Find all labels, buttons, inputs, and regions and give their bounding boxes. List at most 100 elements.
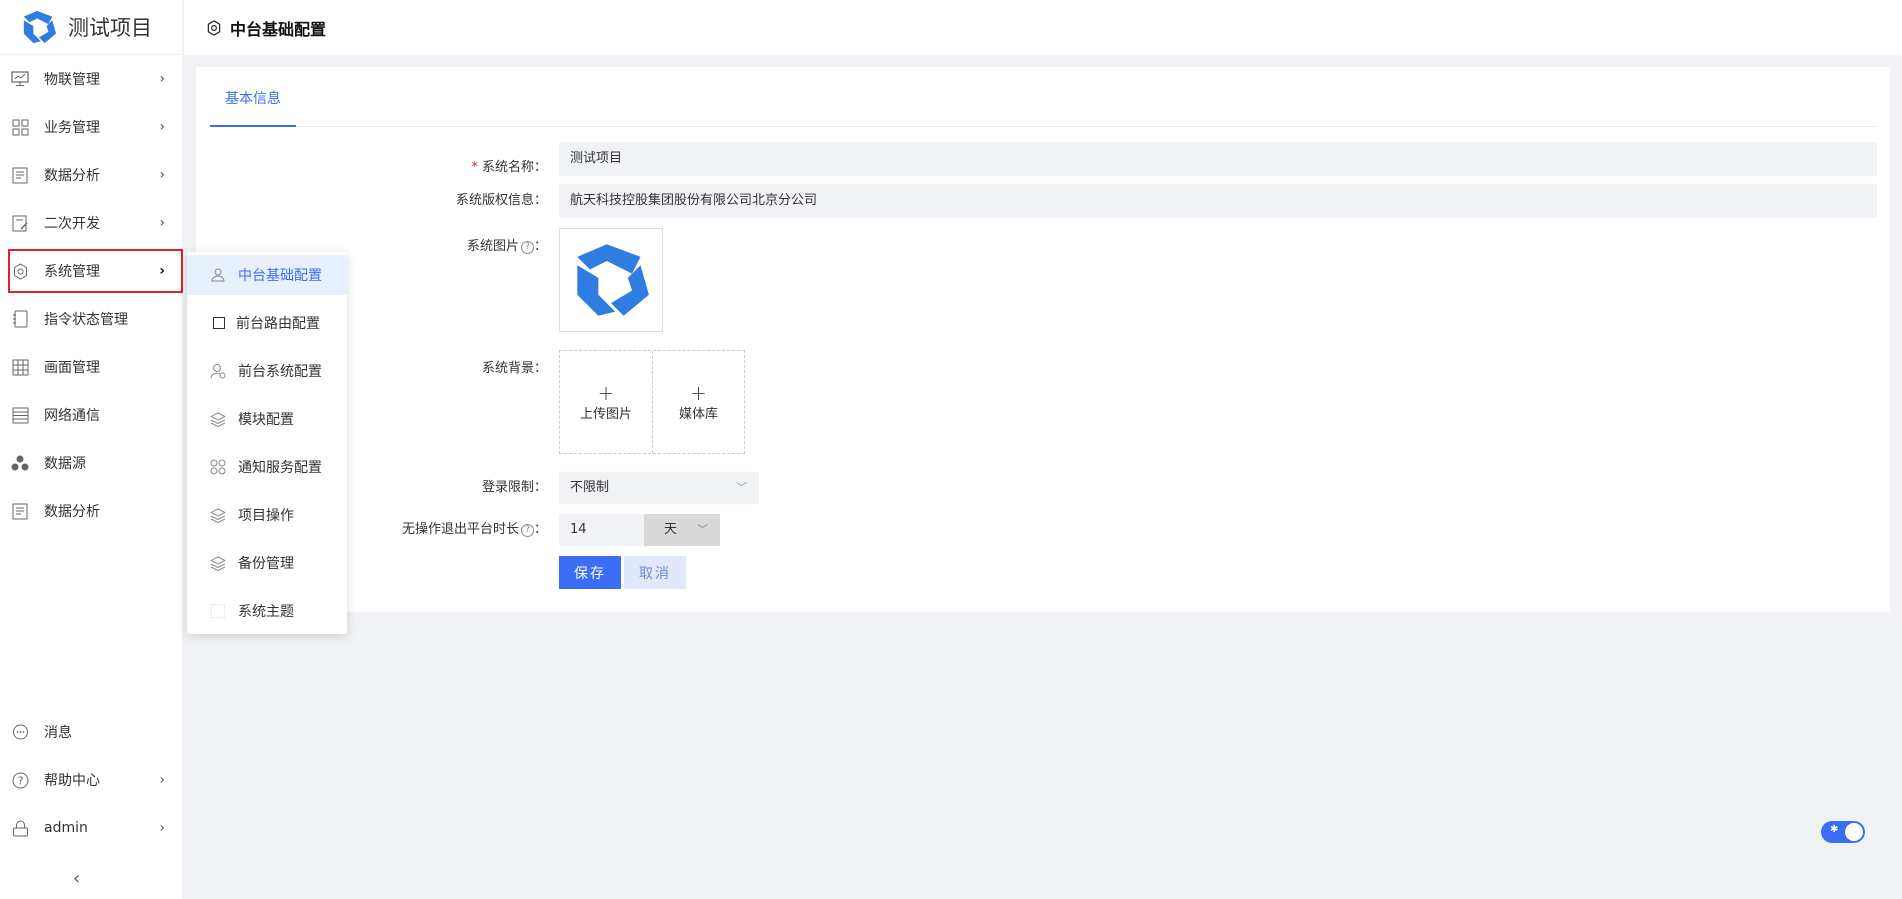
chevron-right-icon: › <box>159 215 165 231</box>
monitor-icon <box>10 69 30 89</box>
tab-basic-info[interactable]: 基本信息 <box>210 87 296 127</box>
collapse-sidebar-button[interactable]: ‹ <box>73 868 80 889</box>
submenu-item-frontend-config[interactable]: 前台系统配置 <box>187 351 347 391</box>
edit-doc-icon <box>10 213 30 233</box>
submenu-item-label: 通知服务配置 <box>238 460 322 476</box>
theme-toggle[interactable]: ✱ <box>1821 821 1865 843</box>
sidebar-item-label: 画面管理 <box>44 360 100 376</box>
system-name-label: * 系统名称： <box>471 151 547 185</box>
sidebar-item-label: 二次开发 <box>44 216 100 232</box>
submenu-item-project-ops[interactable]: 项目操作 <box>187 495 347 535</box>
sidebar-item-command-status[interactable]: 指令状态管理 <box>0 297 183 341</box>
sidebar-item-label: 数据分析 <box>44 504 100 520</box>
login-limit-label: 登录限制： <box>481 480 547 495</box>
sidebar-item-network[interactable]: 网络通信 <box>0 393 183 437</box>
timeout-input[interactable]: 14 <box>559 514 644 546</box>
chevron-right-icon: › <box>159 263 165 279</box>
chevron-right-icon: › <box>159 820 165 836</box>
sidebar-item-label: 业务管理 <box>44 120 100 136</box>
upload-image-label: 上传图片 <box>579 406 632 422</box>
label-colon: ： <box>533 239 547 254</box>
sidebar-item-messages[interactable]: 消息 <box>0 710 183 754</box>
square-icon <box>211 315 227 331</box>
sidebar-item-label: 系统管理 <box>44 264 100 280</box>
system-name-input[interactable]: 测试项目 <box>559 142 1877 176</box>
submenu-item-backup[interactable]: 备份管理 <box>187 543 347 583</box>
sidebar-item-data-analysis[interactable]: 数据分析 › <box>0 153 183 197</box>
config-card: 基本信息 * 系统名称： 测试项目 系统版权信息： 航天科技控股集团股份有限公司北… <box>196 67 1890 612</box>
chevron-right-icon: › <box>159 167 165 183</box>
media-library-label: 媒体库 <box>678 406 718 422</box>
user-settings-icon <box>210 363 226 379</box>
sidebar-item-data-analysis-2[interactable]: 数据分析 <box>0 489 183 533</box>
sidebar-item-label: 物联管理 <box>44 72 100 88</box>
sidebar-item-business[interactable]: 业务管理 › <box>0 105 183 149</box>
report-icon <box>10 165 30 185</box>
table-icon <box>10 357 30 377</box>
submenu-item-route-config[interactable]: 前台路由配置 <box>187 303 347 343</box>
toggle-knob <box>1845 823 1863 841</box>
chevron-right-icon: › <box>159 71 165 87</box>
timeout-label-text: 无操作退出平台时长 <box>401 522 519 537</box>
required-mark: * <box>471 160 478 175</box>
submenu-item-module-config[interactable]: 模块配置 <box>187 399 347 439</box>
gear-icon <box>10 261 30 281</box>
user-group-icon <box>210 267 226 283</box>
copyright-label: 系统版权信息： <box>455 193 547 208</box>
system-image-preview[interactable] <box>559 228 663 332</box>
help-icon: ? <box>10 770 30 790</box>
layers-icon <box>210 555 226 571</box>
app-title: 测试项目 <box>68 16 152 40</box>
submenu-item-label: 前台系统配置 <box>238 364 322 380</box>
layers-icon <box>210 507 226 523</box>
blank-icon <box>210 603 226 619</box>
submenu-item-label: 模块配置 <box>238 412 294 428</box>
sidebar-item-iot[interactable]: 物联管理 › <box>0 57 183 101</box>
chevron-down-icon: ﹀ <box>697 523 708 536</box>
sidebar-item-help[interactable]: ? 帮助中心 › <box>0 758 183 802</box>
logo-area[interactable]: 测试项目 <box>0 0 182 55</box>
grid-circles-icon <box>210 459 226 475</box>
layers-icon <box>210 411 226 427</box>
message-icon <box>10 722 30 742</box>
system-image-label: 系统图片?： <box>467 235 547 254</box>
gear-icon <box>206 19 222 36</box>
notebook-icon <box>10 309 30 329</box>
grid-icon <box>10 117 30 137</box>
media-library-button[interactable]: + 媒体库 <box>652 351 744 453</box>
submenu-item-notify-config[interactable]: 通知服务配置 <box>187 447 347 487</box>
submenu-item-label: 备份管理 <box>238 556 294 572</box>
timeout-label: 无操作退出平台时长?： <box>402 514 547 546</box>
sidebar-item-label: admin <box>44 820 88 836</box>
submenu-item-base-config[interactable]: 中台基础配置 <box>187 255 347 295</box>
app-logo-icon <box>23 10 57 44</box>
label-colon: ： <box>533 522 547 537</box>
plus-icon: + <box>690 380 707 405</box>
sidebar-item-label: 指令状态管理 <box>44 312 128 328</box>
page-title: 中台基础配置 <box>230 19 327 39</box>
cancel-button[interactable]: 取消 <box>624 556 686 589</box>
chevron-right-icon: › <box>159 772 165 788</box>
sidebar-item-label: 数据分析 <box>44 168 100 184</box>
sidebar-item-admin[interactable]: admin › <box>0 806 183 850</box>
cluster-icon <box>10 453 30 473</box>
sidebar-item-label: 消息 <box>44 725 72 741</box>
submenu-item-theme[interactable]: 系统主题 <box>187 591 347 631</box>
sidebar-item-system[interactable]: 系统管理 › <box>8 249 183 293</box>
lock-icon <box>10 818 30 838</box>
system-management-submenu: 中台基础配置 前台路由配置 前台系统配置 模块配置 通知服务配置 项目操作 备份… <box>187 252 347 634</box>
help-icon[interactable]: ? <box>520 524 534 537</box>
list-icon <box>10 405 30 425</box>
sidebar-item-dev[interactable]: 二次开发 › <box>0 201 183 245</box>
copyright-input[interactable]: 航天科技控股集团股份有限公司北京分公司 <box>559 184 1877 218</box>
sidebar-item-datasource[interactable]: 数据源 <box>0 441 183 485</box>
help-icon[interactable]: ? <box>520 241 534 254</box>
upload-image-button[interactable]: + 上传图片 <box>560 351 652 453</box>
sidebar-item-label: 网络通信 <box>44 408 100 424</box>
sidebar-item-screen[interactable]: 画面管理 <box>0 345 183 389</box>
login-limit-select[interactable]: 不限制 ﹀ <box>559 472 759 504</box>
submenu-item-label: 中台基础配置 <box>238 268 322 284</box>
timeout-unit-select[interactable]: 天 ﹀ <box>644 514 720 546</box>
sidebar-item-label: 帮助中心 <box>44 773 100 789</box>
save-button[interactable]: 保存 <box>559 556 621 589</box>
